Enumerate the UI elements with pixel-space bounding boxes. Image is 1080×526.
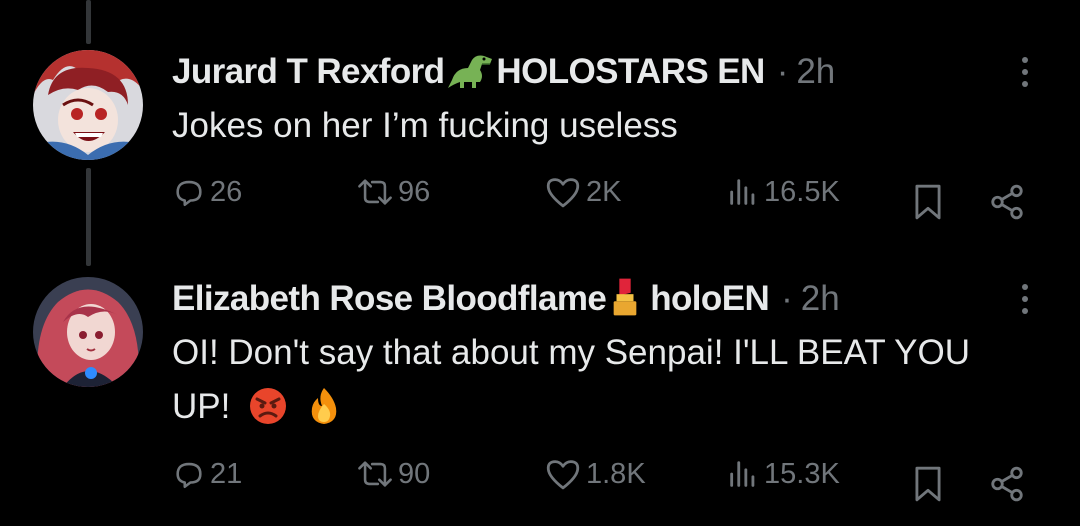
avatar[interactable]: [33, 277, 143, 387]
retweet-count: 90: [398, 457, 431, 490]
like-button[interactable]: 1.8K: [544, 457, 646, 491]
tweet-text-body: OI! Don't say that about my Senpai! I'LL…: [172, 333, 971, 426]
tweet-timestamp[interactable]: 2h: [801, 279, 840, 319]
reply-count: 21: [210, 457, 243, 490]
views-button[interactable]: 15.3K: [726, 457, 840, 491]
tweet-2[interactable]: Elizabeth Rose Bloodflame holoEN · 2h OI…: [0, 0, 1080, 526]
share-icon[interactable]: [988, 465, 1026, 508]
views-icon: [730, 461, 755, 487]
retweet-button[interactable]: 90: [356, 457, 430, 491]
bookmark-icon[interactable]: [912, 465, 944, 508]
reply-icon: [176, 462, 202, 489]
retweet-icon: [358, 461, 392, 487]
lipstick-emoji: [608, 275, 642, 324]
tweet-actions: 21 90 1.8K 15.3K: [172, 457, 1032, 507]
author-name[interactable]: Elizabeth Rose Bloodflame: [172, 279, 607, 319]
author-affiliation: holoEN: [650, 279, 770, 318]
heart-icon: [546, 460, 580, 490]
fire-emoji: [304, 386, 344, 442]
reply-button[interactable]: 21: [172, 457, 242, 491]
view-count: 15.3K: [764, 457, 840, 490]
tweet-header: Elizabeth Rose Bloodflame holoEN · 2h: [172, 277, 840, 321]
angry-face-emoji: [248, 386, 288, 442]
tweet-text: OI! Don't say that about my Senpai! I'LL…: [172, 326, 1032, 442]
like-count: 1.8K: [586, 457, 646, 490]
more-options-icon[interactable]: [1019, 284, 1031, 320]
separator-dot: ·: [781, 279, 793, 318]
